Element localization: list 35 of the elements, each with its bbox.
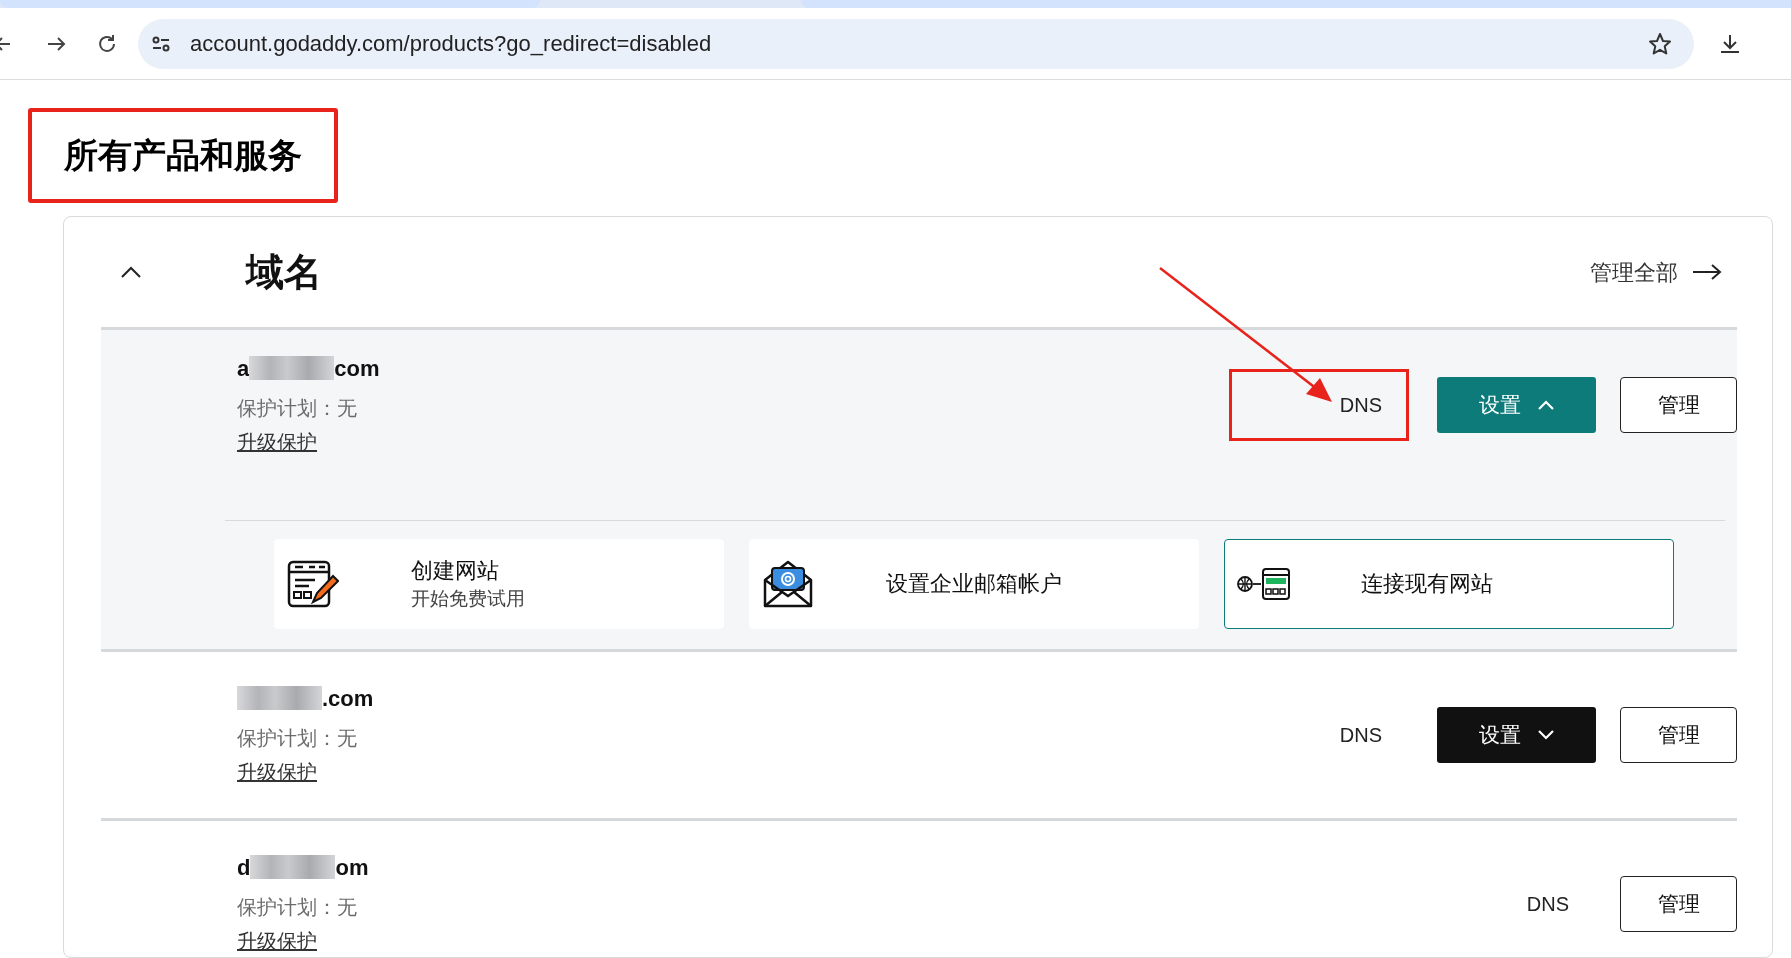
setup-option-card[interactable]: 连接现有网站 bbox=[1224, 539, 1674, 629]
section-title: 域名 bbox=[246, 249, 322, 295]
bookmark-star-icon[interactable] bbox=[1648, 31, 1672, 56]
domain-name: a com bbox=[237, 354, 380, 383]
dns-link[interactable]: DNS bbox=[1229, 369, 1409, 441]
manage-button[interactable]: 管理 bbox=[1620, 876, 1737, 932]
setup-button[interactable]: 设置 bbox=[1437, 707, 1596, 763]
option-subtitle: 开始免费试用 bbox=[411, 587, 525, 611]
manage-button[interactable]: 管理 bbox=[1620, 707, 1737, 763]
domain-name: d om bbox=[237, 853, 369, 882]
url-text: account.godaddy.com/products?go_redirect=disabled bbox=[190, 30, 712, 58]
page-title: 所有产品和服务 bbox=[28, 108, 338, 203]
chevron-down-icon bbox=[1536, 729, 1555, 741]
protection-plan-text: 保护计划：无 bbox=[237, 895, 358, 920]
protection-plan-text: 保护计划：无 bbox=[237, 726, 358, 751]
manage-all-link[interactable]: 管理全部 bbox=[1590, 255, 1722, 289]
upgrade-protection-link[interactable]: 升级保护 bbox=[237, 757, 317, 787]
manage-button[interactable]: 管理 bbox=[1620, 377, 1737, 433]
setup-option-card[interactable]: 设置企业邮箱帐户 bbox=[749, 539, 1199, 629]
option-title: 设置企业邮箱帐户 bbox=[886, 570, 1062, 598]
upgrade-protection-link[interactable]: 升级保护 bbox=[237, 926, 317, 956]
chevron-up-icon bbox=[1536, 399, 1555, 411]
protection-plan-text: 保护计划：无 bbox=[237, 396, 358, 421]
arrow-right-icon bbox=[1692, 263, 1722, 281]
reload-icon[interactable] bbox=[96, 32, 118, 55]
collapse-chevron-icon[interactable] bbox=[120, 265, 142, 279]
setup-button[interactable]: 设置 bbox=[1437, 377, 1596, 433]
dns-link[interactable]: DNS bbox=[1416, 868, 1596, 940]
domain-name: .com bbox=[237, 683, 374, 713]
dns-link[interactable]: DNS bbox=[1229, 699, 1409, 771]
option-title: 连接现有网站 bbox=[1361, 570, 1493, 598]
upgrade-protection-link[interactable]: 升级保护 bbox=[237, 427, 317, 457]
setup-option-card[interactable]: 创建网站 开始免费试用 bbox=[274, 539, 724, 629]
address-bar[interactable]: account.godaddy.com/products?go_redirect=disabled bbox=[138, 18, 1694, 69]
option-title: 创建网站 bbox=[411, 557, 500, 585]
